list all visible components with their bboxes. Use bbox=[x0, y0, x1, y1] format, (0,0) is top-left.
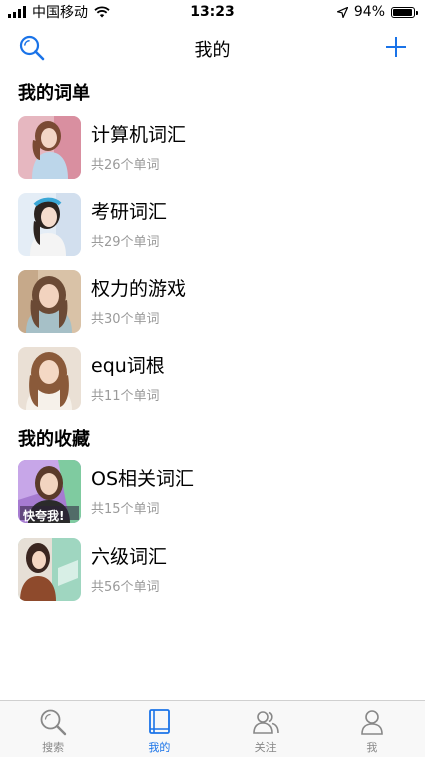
list-word-count: 共56个单词 bbox=[91, 580, 160, 595]
tab-bar: 搜索 我的 关注 我 bbox=[0, 700, 425, 757]
carrier-label: 中国移动 bbox=[32, 5, 88, 21]
list-cover-image bbox=[18, 116, 81, 179]
tab-label: 关注 bbox=[254, 741, 277, 754]
list-cover-image bbox=[18, 538, 81, 601]
list-cover-image bbox=[18, 193, 81, 256]
list-title: 六级词汇 bbox=[91, 546, 168, 568]
list-item[interactable]: 计算机词汇 共26个单词 bbox=[18, 116, 408, 182]
status-bar: 中国移动 13:23 94% bbox=[0, 0, 425, 24]
list-item[interactable]: 权力的游戏 共30个单词 bbox=[18, 270, 408, 336]
book-icon bbox=[149, 709, 171, 734]
section-header-my-lists: 我的词单 bbox=[18, 83, 90, 104]
list-title: 计算机词汇 bbox=[91, 124, 187, 146]
status-left: 中国移动 bbox=[0, 2, 110, 22]
list-word-count: 共29个单词 bbox=[91, 235, 160, 250]
list-cover-image bbox=[18, 270, 81, 333]
list-word-count: 共26个单词 bbox=[91, 158, 160, 173]
battery-icon bbox=[391, 6, 418, 18]
signal-icon bbox=[8, 6, 26, 18]
list-item[interactable]: 考研词汇 共29个单词 bbox=[18, 193, 408, 259]
battery-fill bbox=[393, 8, 412, 16]
list-word-count: 共15个单词 bbox=[91, 502, 160, 517]
cover-caption: 快夸我! bbox=[23, 509, 65, 523]
status-right: 94% bbox=[336, 4, 425, 20]
plus-icon[interactable] bbox=[385, 36, 407, 58]
tab-mine[interactable]: 我的 bbox=[106, 701, 212, 757]
nav-bar: 我的 bbox=[0, 24, 425, 72]
tab-search[interactable]: 搜索 bbox=[0, 701, 106, 757]
page-title: 我的 bbox=[194, 40, 231, 61]
tab-label: 我的 bbox=[148, 741, 171, 754]
list-title: OS相关词汇 bbox=[91, 468, 195, 490]
list-item[interactable]: equ词根 共11个单词 bbox=[18, 347, 408, 413]
list-title: 考研词汇 bbox=[91, 201, 168, 223]
location-arrow-icon bbox=[336, 6, 348, 18]
list-cover-image: 快夸我! bbox=[18, 460, 81, 523]
tab-following[interactable]: 关注 bbox=[213, 701, 319, 757]
list-item[interactable]: 六级词汇 共56个单词 bbox=[18, 538, 408, 604]
tab-label: 我 bbox=[366, 741, 378, 754]
list-item[interactable]: 快夸我! OS相关词汇 共15个单词 bbox=[18, 460, 408, 526]
people-icon bbox=[252, 711, 279, 734]
wifi-icon bbox=[94, 6, 110, 18]
tab-label: 搜索 bbox=[42, 741, 65, 754]
list-title: equ词根 bbox=[91, 355, 165, 377]
tab-me[interactable]: 我 bbox=[319, 701, 425, 757]
list-cover-image bbox=[18, 347, 81, 410]
battery-percent: 94% bbox=[353, 4, 385, 20]
list-word-count: 共11个单词 bbox=[91, 389, 160, 404]
list-title: 权力的游戏 bbox=[91, 278, 187, 300]
search-icon bbox=[40, 709, 67, 736]
person-icon bbox=[361, 710, 383, 735]
list-word-count: 共30个单词 bbox=[91, 312, 160, 327]
section-header-favorites: 我的收藏 bbox=[18, 429, 90, 450]
